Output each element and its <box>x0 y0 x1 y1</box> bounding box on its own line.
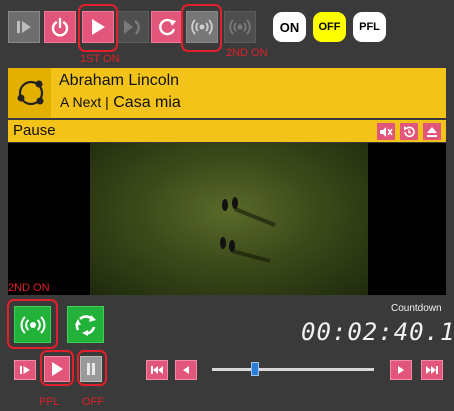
annotation-off: OFF <box>82 396 104 408</box>
position-slider-thumb[interactable] <box>251 362 259 376</box>
skip-to-start-button[interactable] <box>146 360 168 380</box>
mix-icon <box>122 17 144 37</box>
history-icon <box>402 125 416 139</box>
play-next-bottom-button[interactable] <box>14 360 36 380</box>
video-figures <box>220 197 276 263</box>
pfl-pill-button[interactable]: PFL <box>353 12 386 42</box>
annotation-pfl: PFL <box>39 396 60 408</box>
mute-icon <box>379 126 393 138</box>
play-next-icon <box>15 18 33 36</box>
mix-button[interactable] <box>117 11 149 43</box>
player-window: { "top_toolbar": { "pill_on": "ON", "pil… <box>0 0 454 411</box>
play-next-icon-bottom <box>19 364 31 376</box>
status-bar: Pause <box>8 120 446 142</box>
forward-icon <box>396 365 406 375</box>
track-icon-area <box>8 68 51 118</box>
loop-icon <box>156 16 178 38</box>
eject-icon <box>426 126 438 138</box>
annotation-box-second-on-top <box>181 4 222 52</box>
broadcast-on-button[interactable] <box>14 306 51 343</box>
track-artist: Abraham Lincoln <box>59 72 180 89</box>
rewind-button[interactable] <box>175 360 197 380</box>
next-track-line: A Next | Casa mia <box>60 94 181 112</box>
loop-button[interactable] <box>151 11 183 43</box>
skip-to-end-icon <box>426 365 438 375</box>
power-icon <box>50 17 70 37</box>
status-label: Pause <box>13 122 56 139</box>
annotation-first-on: 1ST ON <box>80 53 120 65</box>
broadcast-on-icon <box>19 314 47 336</box>
annotation-second-on-top: 2ND ON <box>226 47 268 59</box>
broadcast-secondary-button[interactable] <box>224 11 256 43</box>
off-pill-button[interactable]: OFF <box>313 12 346 42</box>
rewind-icon <box>181 365 191 375</box>
skip-to-end-button[interactable] <box>421 360 443 380</box>
power-button[interactable] <box>44 11 76 43</box>
eject-button[interactable] <box>423 123 441 140</box>
history-button[interactable] <box>400 123 418 140</box>
mute-button[interactable] <box>377 123 395 140</box>
annotation-second-on-bottom: 2ND ON <box>8 282 50 294</box>
video-frame <box>90 143 368 295</box>
forward-button[interactable] <box>390 360 412 380</box>
recycle-button[interactable] <box>67 306 104 343</box>
annotation-box-pfl <box>40 350 74 386</box>
annotation-box-off <box>77 350 107 386</box>
track-info-panel: Abraham Lincoln A Next | Casa mia <box>8 68 446 118</box>
track-source-icon <box>16 78 46 108</box>
on-pill-button[interactable]: ON <box>273 12 306 42</box>
skip-to-start-icon <box>151 365 163 375</box>
next-prefix: A Next | <box>60 94 109 110</box>
countdown-label: Countdown <box>391 303 442 314</box>
next-track-title: Casa mia <box>113 94 181 111</box>
recycle-icon <box>73 312 99 338</box>
video-area <box>8 143 446 295</box>
position-slider[interactable] <box>212 362 374 376</box>
annotation-box-first-on <box>78 4 118 52</box>
broadcast-secondary-icon <box>228 17 252 37</box>
play-next-button[interactable] <box>8 11 40 43</box>
countdown-time: 00:02:40.13 <box>301 318 454 346</box>
